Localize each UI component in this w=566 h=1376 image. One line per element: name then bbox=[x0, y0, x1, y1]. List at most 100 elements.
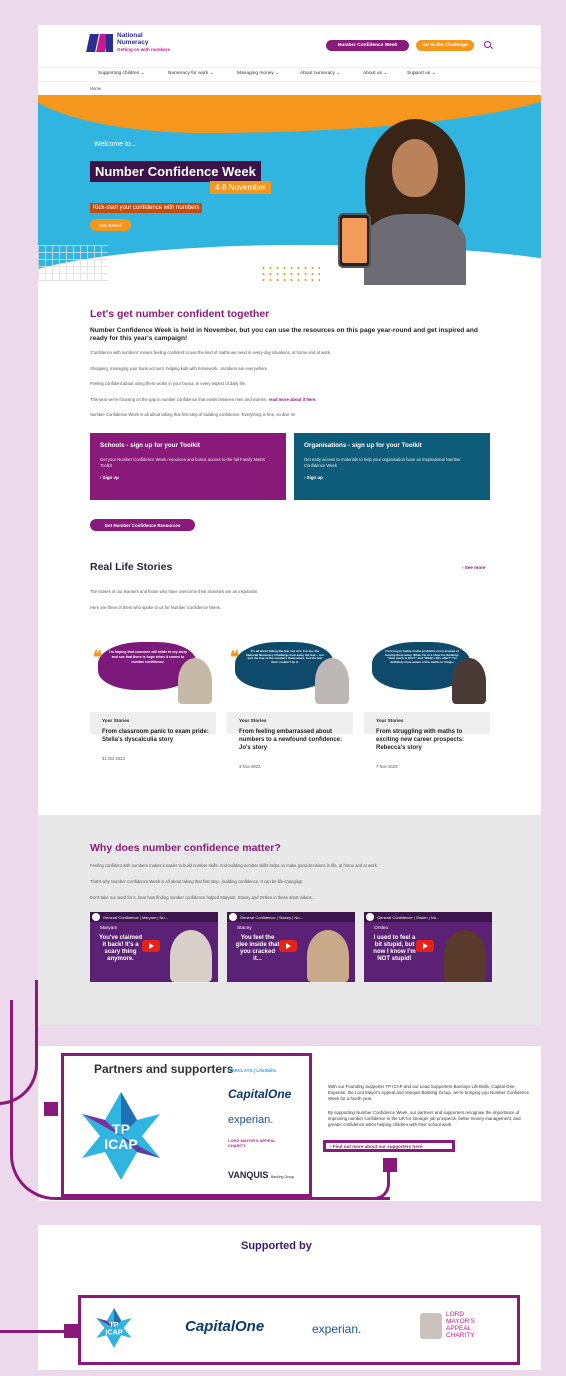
intro-p5: Number Confidence Week is all about taki… bbox=[90, 412, 296, 417]
jo-photo bbox=[315, 658, 349, 704]
hero-subtitle: Kick-start your confidence with numbers bbox=[90, 203, 203, 213]
chevrons-icon: ‹‹‹‹ bbox=[490, 109, 505, 129]
nav-about-numeracy[interactable]: About numeracy ⌄ bbox=[300, 71, 340, 76]
stella-photo bbox=[178, 658, 212, 704]
channel-logo-icon bbox=[366, 913, 374, 921]
orgs-toolkit-desc: Get early access to materials to help yo… bbox=[304, 457, 461, 468]
video-title: General Confidence | Stacey | Nu... bbox=[227, 912, 355, 922]
channel-logo-icon bbox=[229, 913, 237, 921]
find-out-more-link[interactable]: › Find out more about our supporters her… bbox=[323, 1140, 455, 1152]
partners-heading: Partners and supporters bbox=[94, 1062, 234, 1076]
hero-banner: ‹‹‹‹ Welcome to... Number Confidence Wee… bbox=[38, 95, 541, 285]
partners-p1: With our Founding Supporter TP ICAP and … bbox=[328, 1084, 529, 1101]
story-quote: I'm trying to tackle maths problems more… bbox=[385, 649, 459, 664]
intro-p4: This year we're focusing on the gap in n… bbox=[90, 397, 317, 402]
story-date: 7 Nov 2023 bbox=[376, 764, 398, 769]
get-started-button[interactable]: Get started bbox=[90, 219, 131, 231]
hero-welcome: Welcome to... bbox=[90, 139, 141, 150]
story-quote: It's all about taking the fear out of it… bbox=[246, 649, 324, 664]
lord-mayors-appeal-logo: LORD MAYOR'S APPEAL CHARITY bbox=[228, 1138, 276, 1148]
nav-about-us[interactable]: About us ⌄ bbox=[363, 71, 387, 76]
intro-p1: 'Confidence with numbers' means feeling … bbox=[90, 350, 332, 355]
stacey-photo bbox=[307, 930, 349, 982]
site-logo[interactable]: National Numeracy Getting on with number… bbox=[86, 32, 170, 53]
intro-p3: Feeling confident about using them works… bbox=[90, 381, 247, 386]
schools-sign-up-link[interactable]: › Sign up bbox=[100, 475, 276, 480]
video-caption: You feel the glee inside that you cracke… bbox=[235, 935, 280, 962]
connector-node bbox=[44, 1102, 58, 1116]
logo-line-1: National bbox=[117, 32, 143, 39]
organisations-toolkit-card[interactable]: Organisations - sign up for your Toolkit… bbox=[294, 433, 490, 500]
site-header: National Numeracy Getting on with number… bbox=[38, 25, 541, 67]
story-date: 31 Oct 2023 bbox=[102, 756, 125, 761]
vanquis-name: VANQUIS bbox=[228, 1170, 269, 1180]
tp-icap-small-logo: TP ICAP bbox=[96, 1308, 132, 1348]
play-icon[interactable] bbox=[142, 940, 160, 952]
vanquis-logo: VANQUIS Banking Group bbox=[228, 1170, 294, 1180]
video-speaker: Maryam bbox=[100, 926, 118, 931]
experian-logo: experian. bbox=[228, 1114, 274, 1126]
story-card-jo[interactable]: ❝ It's all about taking the fear out of … bbox=[227, 630, 353, 769]
story-quote: I'm hoping that someone will relate to m… bbox=[108, 650, 188, 664]
why-heading: Why does number confidence matter? bbox=[90, 842, 281, 854]
story-card-rebecca[interactable]: I'm trying to tackle maths problems more… bbox=[364, 630, 490, 769]
story-title[interactable]: From feeling embarrassed about numbers t… bbox=[239, 728, 347, 752]
play-icon[interactable] bbox=[279, 940, 297, 952]
video-stacey[interactable]: General Confidence | Stacey | Nu... Stac… bbox=[227, 912, 355, 982]
see-more-link[interactable]: › See more bbox=[462, 565, 486, 570]
nav-supporting-children[interactable]: Supporting children ⌄ bbox=[98, 71, 145, 76]
video-caption: You've claimed it back! It's a scary thi… bbox=[99, 935, 142, 962]
read-more-link[interactable]: read more about it here. bbox=[269, 397, 317, 402]
story-title[interactable]: From struggling with maths to exciting n… bbox=[376, 728, 484, 752]
crest-icon bbox=[420, 1313, 442, 1339]
story-type: Your Stories bbox=[102, 718, 130, 723]
why-p3: Don't take our word for it, hear how fin… bbox=[90, 895, 316, 900]
go-to-challenge-button[interactable]: Go to the Challenge bbox=[416, 40, 474, 51]
hero-title: Number Confidence Week bbox=[90, 161, 261, 182]
nav-support-us[interactable]: Support us ⌄ bbox=[407, 71, 436, 76]
why-p1: Feeling confident with numbers makes it … bbox=[90, 863, 378, 868]
phone-illustration bbox=[338, 213, 371, 268]
number-confidence-week-button[interactable]: Number Confidence Week bbox=[326, 40, 409, 51]
quote-icon: ❝ bbox=[93, 648, 103, 667]
intro-heading: Let's get number confident together bbox=[90, 308, 270, 320]
video-title: General Confidence | Maryam | Nu... bbox=[90, 912, 218, 922]
video-caption: I used to feel a bit stupid, but now I k… bbox=[373, 935, 416, 962]
lord-mayors-small-logo: LORD MAYOR'S APPEAL CHARITY bbox=[446, 1311, 475, 1339]
orsleo-photo bbox=[444, 930, 486, 982]
story-title[interactable]: From classroom panic to exam pride: Stel… bbox=[102, 728, 210, 744]
quote-icon: ❝ bbox=[230, 648, 240, 667]
number-confidence-week-page: National Numeracy Getting on with number… bbox=[38, 25, 541, 1025]
tp-icap-small-line-2: ICAP bbox=[105, 1327, 123, 1336]
nav-managing-money[interactable]: Managing money ⌄ bbox=[237, 71, 279, 76]
nav-numeracy-for-work[interactable]: Numeracy for work ⌄ bbox=[168, 71, 214, 76]
orgs-toolkit-title: Organisations - sign up for your Toolkit bbox=[304, 442, 422, 449]
story-type: Your Stories bbox=[239, 718, 267, 723]
dots-decoration bbox=[260, 265, 320, 283]
tp-icap-line-1: TP bbox=[112, 1121, 130, 1137]
intro-p2: Shopping, managing your bank account, he… bbox=[90, 366, 269, 371]
why-p2: That's why Number Confidence Week is all… bbox=[90, 879, 303, 884]
story-card-stella[interactable]: ❝ I'm hoping that someone will relate to… bbox=[90, 630, 216, 761]
search-icon[interactable] bbox=[484, 41, 491, 48]
orgs-sign-up-link[interactable]: › Sign up bbox=[304, 475, 480, 480]
connector-node bbox=[383, 1158, 397, 1172]
video-maryam[interactable]: General Confidence | Maryam | Nu... Mary… bbox=[90, 912, 218, 982]
story-date: 3 Nov 2023 bbox=[239, 764, 261, 769]
tp-icap-line-2: ICAP bbox=[104, 1136, 137, 1152]
video-speaker: Orsleo bbox=[374, 926, 389, 931]
main-nav: Supporting children ⌄ Numeracy for work … bbox=[38, 67, 541, 82]
nn-logo-icon bbox=[86, 33, 114, 52]
play-icon[interactable] bbox=[416, 940, 434, 952]
breadcrumb[interactable]: Home bbox=[90, 86, 101, 91]
stories-heading: Real Life Stories bbox=[90, 561, 173, 573]
schools-toolkit-title: Schools - sign up for your Toolkit bbox=[100, 442, 200, 449]
logo-line-2: Numeracy bbox=[117, 39, 149, 46]
connector-node bbox=[64, 1324, 78, 1338]
video-orsleo[interactable]: General Confidence | Orsleo | Nu... Orsl… bbox=[364, 912, 492, 982]
get-resources-button[interactable]: Get Number Confidence Resources bbox=[90, 519, 195, 531]
intro-lead: Number Confidence Week is held in Novemb… bbox=[90, 327, 478, 342]
barclays-lifeskills-logo: BARCLAYS | LifeSkills bbox=[228, 1068, 277, 1073]
video-speaker: Stacey bbox=[237, 926, 252, 931]
schools-toolkit-card[interactable]: Schools - sign up for your Toolkit Get y… bbox=[90, 433, 286, 500]
